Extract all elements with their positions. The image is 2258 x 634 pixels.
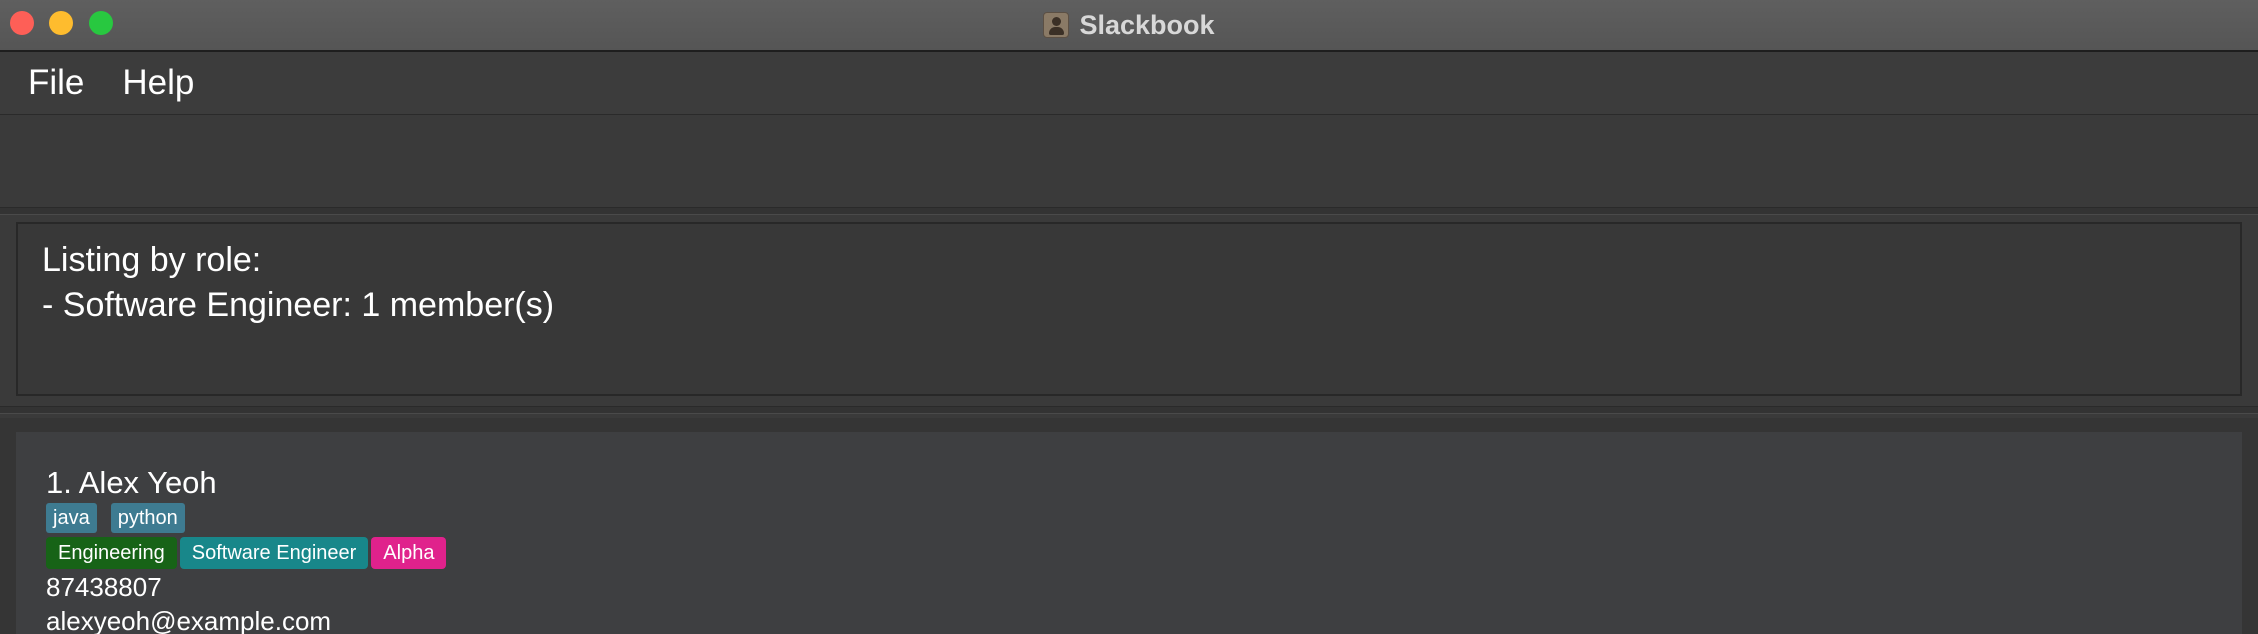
contacts-book-icon [1043,12,1070,38]
person-card[interactable]: 1. Alex Yeoh java python Engineering Sof… [16,432,2242,634]
command-box [0,115,2258,209]
menu-bar: File Help [0,52,2258,115]
divider [0,207,2258,215]
title-container: Slackbook [0,0,2258,50]
title-bar[interactable]: Slackbook [0,0,2258,52]
result-display: Listing by role: - Software Engineer: 1 … [16,222,2242,396]
phone-number: 87438807 [46,572,162,602]
person-name: 1. Alex Yeoh [46,465,217,500]
group-list: Engineering Software Engineer Alpha [46,537,2242,569]
divider [0,406,2258,414]
tag: java [46,503,97,533]
email-address: alexyeoh@example.com [46,606,332,634]
menu-help[interactable]: Help [103,63,213,103]
menu-file[interactable]: File [0,63,103,103]
group-chip-team: Alpha [371,537,447,569]
result-line: - Software Engineer: 1 member(s) [42,286,555,324]
group-chip-engineering: Engineering [46,537,177,569]
tag: python [110,503,185,533]
tag-list: java python [46,503,2242,533]
window-title: Slackbook [1079,9,1215,40]
person-list[interactable]: 1. Alex Yeoh java python Engineering Sof… [0,418,2258,634]
result-line: Listing by role: [42,241,262,279]
command-input[interactable] [17,125,2243,209]
app-window: Slackbook File Help Listing by role: - S… [0,0,2258,634]
group-chip-role: Software Engineer [179,537,369,569]
